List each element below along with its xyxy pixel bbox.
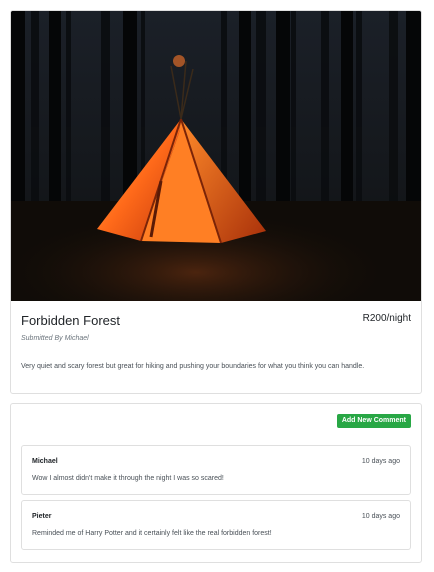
campground-description: Very quiet and scary forest but great fo…	[21, 363, 365, 370]
campground-title: Forbidden Forest	[21, 313, 120, 328]
submitted-by: Submitted By Michael	[21, 335, 89, 342]
comment-item: Pieter 10 days ago Reminded me of Harry …	[21, 500, 411, 550]
campground-photo	[11, 11, 421, 301]
campground-price: R200/night	[362, 313, 411, 324]
comment-text: Wow I almost didn't make it through the …	[32, 475, 224, 482]
comment-text: Reminded me of Harry Potter and it certa…	[32, 530, 272, 537]
comment-author: Michael	[32, 458, 58, 465]
comments-panel: Add New Comment Michael 10 days ago Wow …	[10, 403, 422, 563]
add-new-comment-button[interactable]: Add New Comment	[336, 414, 411, 428]
comment-timestamp: 10 days ago	[361, 458, 400, 465]
campground-card: Forbidden Forest R200/night Submitted By…	[10, 10, 422, 394]
comment-item: Michael 10 days ago Wow I almost didn't …	[21, 445, 411, 495]
comment-author: Pieter	[32, 513, 52, 520]
comment-timestamp: 10 days ago	[361, 513, 400, 520]
